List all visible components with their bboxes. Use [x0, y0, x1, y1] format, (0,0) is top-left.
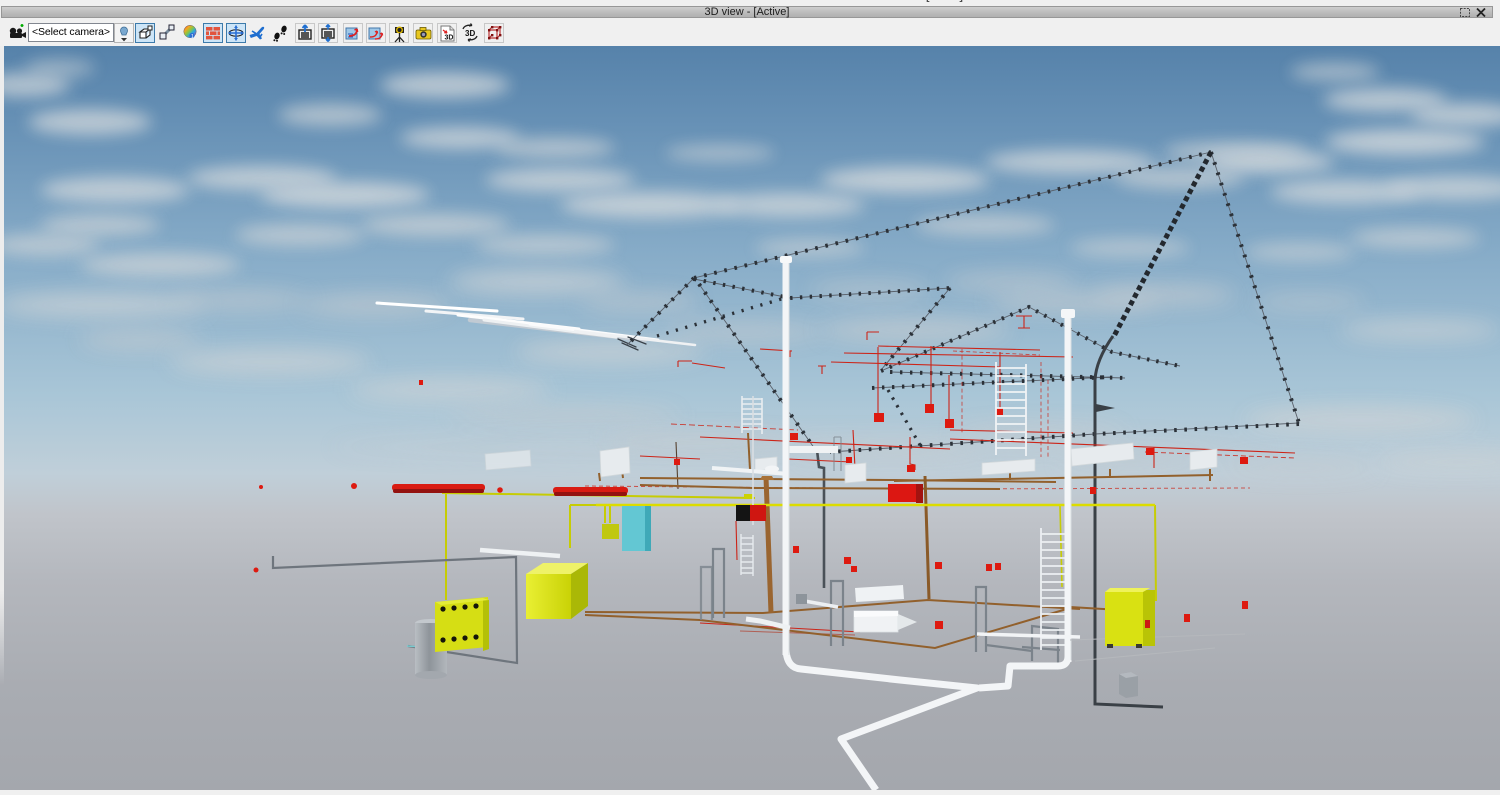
- svg-text:3D: 3D: [445, 35, 454, 42]
- svg-text:3D: 3D: [465, 29, 475, 38]
- svg-text:1: 1: [191, 34, 194, 40]
